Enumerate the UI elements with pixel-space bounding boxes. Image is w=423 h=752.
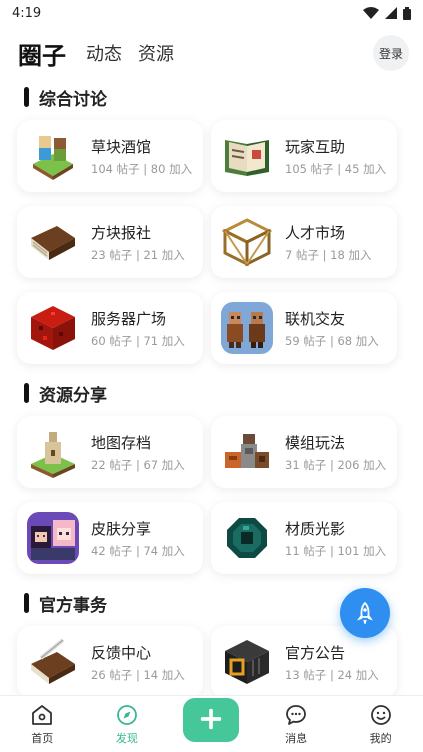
section-header: 资源分享 [0, 376, 423, 410]
grass-tavern-icon [27, 130, 79, 182]
card-meta: 23 帖子 | 21 加入 [91, 247, 185, 262]
card-name: 草块酒馆 [91, 137, 152, 156]
map-island-icon [27, 426, 79, 478]
tab-circle[interactable]: 圈子 [18, 36, 66, 71]
nav-home[interactable]: 首页 [12, 703, 72, 746]
circle-card[interactable]: 玩家互助 105 帖子 | 45 加入 [211, 120, 397, 192]
wifi-icon [363, 7, 379, 19]
circle-grid: 草块酒馆 104 帖子 | 80 加入 玩家互助 105 帖子 | 45 加入 [0, 114, 423, 364]
circle-card[interactable]: 模组玩法 31 帖子 | 206 加入 [211, 416, 397, 488]
home-icon [32, 704, 53, 725]
nav-create[interactable] [181, 698, 241, 742]
card-meta: 31 帖子 | 206 加入 [285, 457, 387, 472]
section-marker [24, 383, 29, 403]
status-time: 4:19 [12, 5, 42, 21]
rocket-icon [356, 602, 374, 624]
card-name: 方块报社 [91, 223, 152, 242]
bottom-nav: 首页 发现 消息 我的 [0, 695, 423, 752]
create-post-button[interactable] [183, 698, 240, 742]
section-marker [24, 593, 29, 613]
section-title: 资源分享 [39, 385, 107, 406]
card-meta: 60 帖子 | 71 加入 [91, 333, 185, 348]
card-meta: 104 帖子 | 80 加入 [91, 161, 193, 176]
section-title: 官方事务 [39, 595, 107, 616]
circle-card[interactable]: 服务器广场 60 帖子 | 71 加入 [17, 292, 203, 364]
card-meta: 7 帖子 | 18 加入 [285, 247, 372, 262]
card-name: 地图存档 [91, 433, 152, 452]
section-resource-sharing: 资源分享 地图存档 22 帖子 | 67 加入 模组玩法 31 帖子 | 206… [0, 376, 423, 574]
signal-icon [385, 7, 397, 19]
circle-card[interactable]: 方块报社 23 帖子 | 21 加入 [17, 206, 203, 278]
circle-card[interactable]: 反馈中心 26 帖子 | 14 加入 [17, 626, 203, 695]
card-name: 材质光影 [285, 519, 346, 538]
card-meta: 11 帖子 | 101 加入 [285, 543, 387, 558]
card-name: 联机交友 [285, 309, 346, 328]
card-name: 模组玩法 [285, 433, 346, 452]
tab-resources[interactable]: 资源 [138, 40, 174, 66]
nav-label: 发现 [115, 731, 138, 745]
section-title: 综合讨论 [39, 89, 107, 110]
message-icon [286, 704, 306, 725]
ender-pearl-icon [221, 512, 273, 564]
section-header: 综合讨论 [0, 80, 423, 114]
card-name: 皮肤分享 [91, 519, 152, 538]
card-meta: 42 帖子 | 74 加入 [91, 543, 185, 558]
tab-moments[interactable]: 动态 [86, 40, 122, 66]
skin-avatar-icon [27, 512, 79, 564]
redstone-block-icon [27, 302, 79, 354]
profile-icon [370, 704, 391, 725]
nav-profile[interactable]: 我的 [351, 703, 411, 746]
card-meta: 105 帖子 | 45 加入 [285, 161, 387, 176]
status-bar: 4:19 [0, 0, 423, 26]
nav-label: 首页 [31, 731, 54, 745]
brown-book-icon [27, 216, 79, 268]
circle-card[interactable]: 皮肤分享 42 帖子 | 74 加入 [17, 502, 203, 574]
section-general-discussion: 综合讨论 草块酒馆 104 帖子 | 80 加入 玩家互助 105 帖子 | 4… [0, 80, 423, 364]
card-name: 人才市场 [285, 223, 346, 242]
circle-card[interactable]: 人才市场 7 帖子 | 18 加入 [211, 206, 397, 278]
top-tabs: 圈子 动态 资源 登录 [0, 26, 423, 80]
feedback-book-icon [27, 636, 79, 688]
status-icons [363, 6, 411, 20]
section-marker [24, 87, 29, 107]
nav-discover[interactable]: 发现 [97, 703, 157, 746]
circle-card[interactable]: 联机交友 59 帖子 | 68 加入 [211, 292, 397, 364]
discover-icon [116, 704, 137, 725]
card-meta: 13 帖子 | 24 加入 [285, 667, 379, 682]
rocket-fab-button[interactable] [340, 588, 390, 638]
card-name: 官方公告 [285, 643, 346, 662]
announcement-block-icon [221, 636, 273, 688]
circle-grid: 地图存档 22 帖子 | 67 加入 模组玩法 31 帖子 | 206 加入 皮… [0, 410, 423, 574]
scaffold-icon [221, 216, 273, 268]
card-meta: 59 帖子 | 68 加入 [285, 333, 379, 348]
circle-card[interactable]: 地图存档 22 帖子 | 67 加入 [17, 416, 203, 488]
nav-messages[interactable]: 消息 [266, 703, 326, 746]
plus-icon [201, 708, 222, 729]
login-button[interactable]: 登录 [373, 35, 409, 71]
circle-card[interactable]: 材质光影 11 帖子 | 101 加入 [211, 502, 397, 574]
book-icon [221, 130, 273, 182]
circle-card[interactable]: 草块酒馆 104 帖子 | 80 加入 [17, 120, 203, 192]
villagers-icon [221, 302, 273, 354]
card-name: 玩家互助 [285, 137, 346, 156]
card-name: 服务器广场 [91, 309, 167, 328]
battery-icon [403, 6, 411, 20]
card-meta: 22 帖子 | 67 加入 [91, 457, 185, 472]
card-meta: 26 帖子 | 14 加入 [91, 667, 185, 682]
mod-blocks-icon [221, 426, 273, 478]
nav-label: 我的 [369, 731, 392, 745]
nav-label: 消息 [285, 731, 308, 745]
card-name: 反馈中心 [91, 643, 152, 662]
